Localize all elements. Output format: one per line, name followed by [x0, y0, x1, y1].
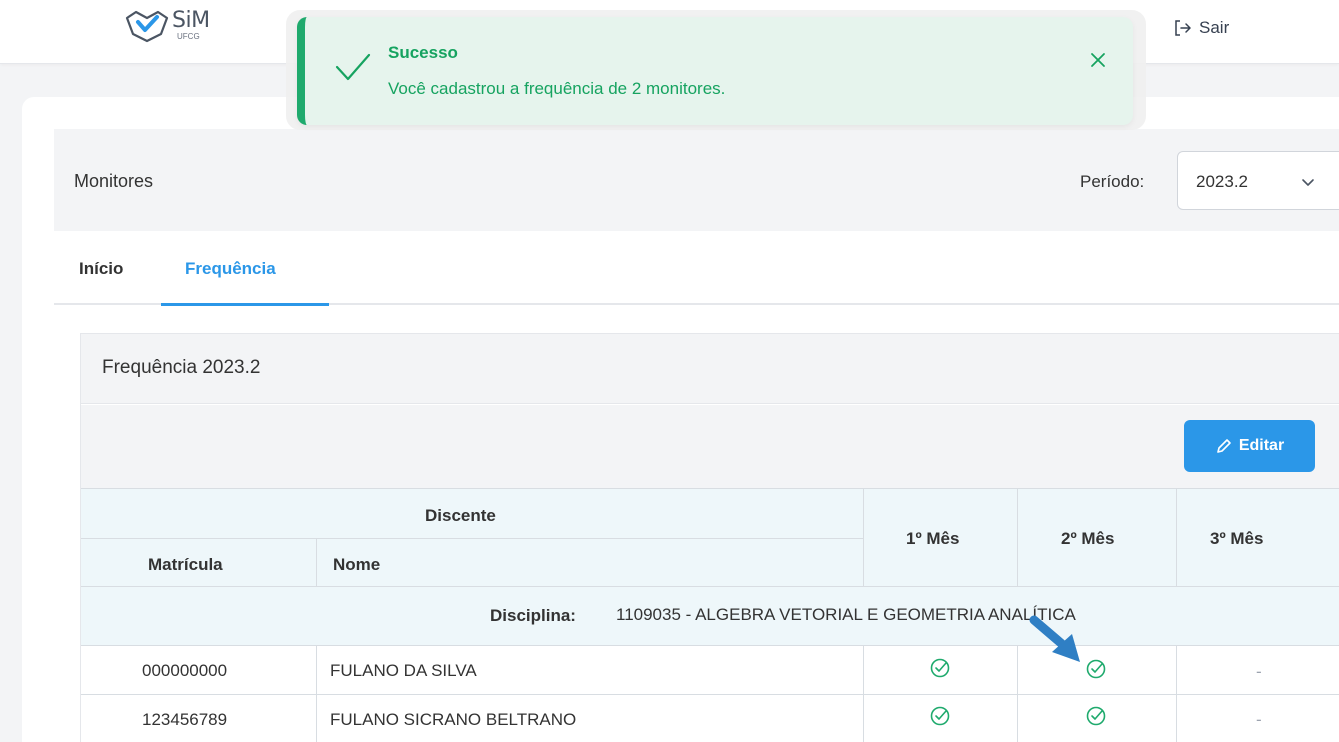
table-row-1-nome: FULANO DA SILVA: [330, 661, 477, 680]
logout-label: Sair: [1199, 18, 1230, 37]
logo-text: SiM: [172, 8, 210, 33]
pointer-arrow-icon: [1029, 615, 1080, 662]
table-line: [1176, 645, 1177, 742]
table-line: [863, 645, 864, 742]
logout-icon: [1175, 20, 1191, 36]
section-header: [81, 334, 1339, 404]
check-circle-icon: [1086, 706, 1106, 726]
discipline-label: Disciplina:: [490, 606, 576, 625]
chevron-down-icon: [1302, 179, 1314, 186]
table-line: [316, 538, 317, 586]
success-toast: Sucesso Você cadastrou a frequência de 2…: [297, 17, 1133, 125]
section-title: Frequência 2023.2: [102, 357, 261, 378]
period-select[interactable]: 2023.2: [1177, 151, 1339, 210]
tab-frequencia[interactable]: Frequência: [185, 259, 276, 279]
table-line: [81, 694, 1339, 695]
table-row-2-nome: FULANO SICRANO BELTRANO: [330, 710, 577, 729]
discipline-value: 1109035 - ALGEBRA VETORIAL E GEOMETRIA A…: [616, 605, 1076, 624]
table-row-2-matricula: 123456789: [142, 710, 228, 729]
logout-button[interactable]: Sair: [1173, 18, 1229, 38]
pencil-icon: [1217, 439, 1231, 453]
table-line: [1017, 488, 1018, 586]
table-line: [81, 538, 863, 539]
sim-logo-icon: [125, 10, 169, 43]
column-header-mes2: 2º Mês: [1061, 529, 1115, 548]
active-tab-indicator: [161, 303, 329, 306]
table-line: [863, 488, 864, 586]
check-circle-icon: [930, 706, 950, 726]
check-icon: [335, 53, 371, 81]
edit-button[interactable]: Editar: [1184, 420, 1315, 472]
toast-title: Sucesso: [388, 43, 458, 62]
period-label: Período:: [1080, 172, 1145, 191]
column-header-mes1: 1º Mês: [906, 529, 960, 548]
page-header: [54, 129, 1339, 231]
check-circle-icon: [1086, 659, 1106, 679]
table-line: [81, 645, 1339, 646]
table-line: [81, 488, 1339, 489]
section-toolbar: [81, 405, 1339, 489]
table-line: [1017, 645, 1018, 742]
logo-subtitle: UFCG: [177, 32, 200, 41]
sim-logo[interactable]: SiM UFCG: [124, 6, 264, 46]
page-title: Monitores: [74, 171, 154, 191]
table-row-1-matricula: 000000000: [142, 661, 228, 680]
table-row-2-mes3: -: [1256, 710, 1262, 729]
period-value: 2023.2: [1196, 172, 1248, 191]
edit-label: Editar: [1238, 437, 1285, 454]
toast-message: Você cadastrou a frequência de 2 monitor…: [388, 79, 726, 98]
table-row-1-mes3: -: [1256, 662, 1262, 681]
column-header-mes3: 3º Mês: [1210, 529, 1264, 548]
close-icon[interactable]: [1087, 49, 1109, 71]
table-line: [316, 645, 317, 742]
table-line: [1176, 488, 1177, 586]
tab-inicio[interactable]: Início: [79, 259, 123, 279]
column-header-matricula: Matrícula: [148, 555, 223, 574]
column-group-discente: Discente: [425, 506, 496, 525]
check-circle-icon: [930, 658, 950, 678]
column-header-nome: Nome: [333, 555, 381, 574]
